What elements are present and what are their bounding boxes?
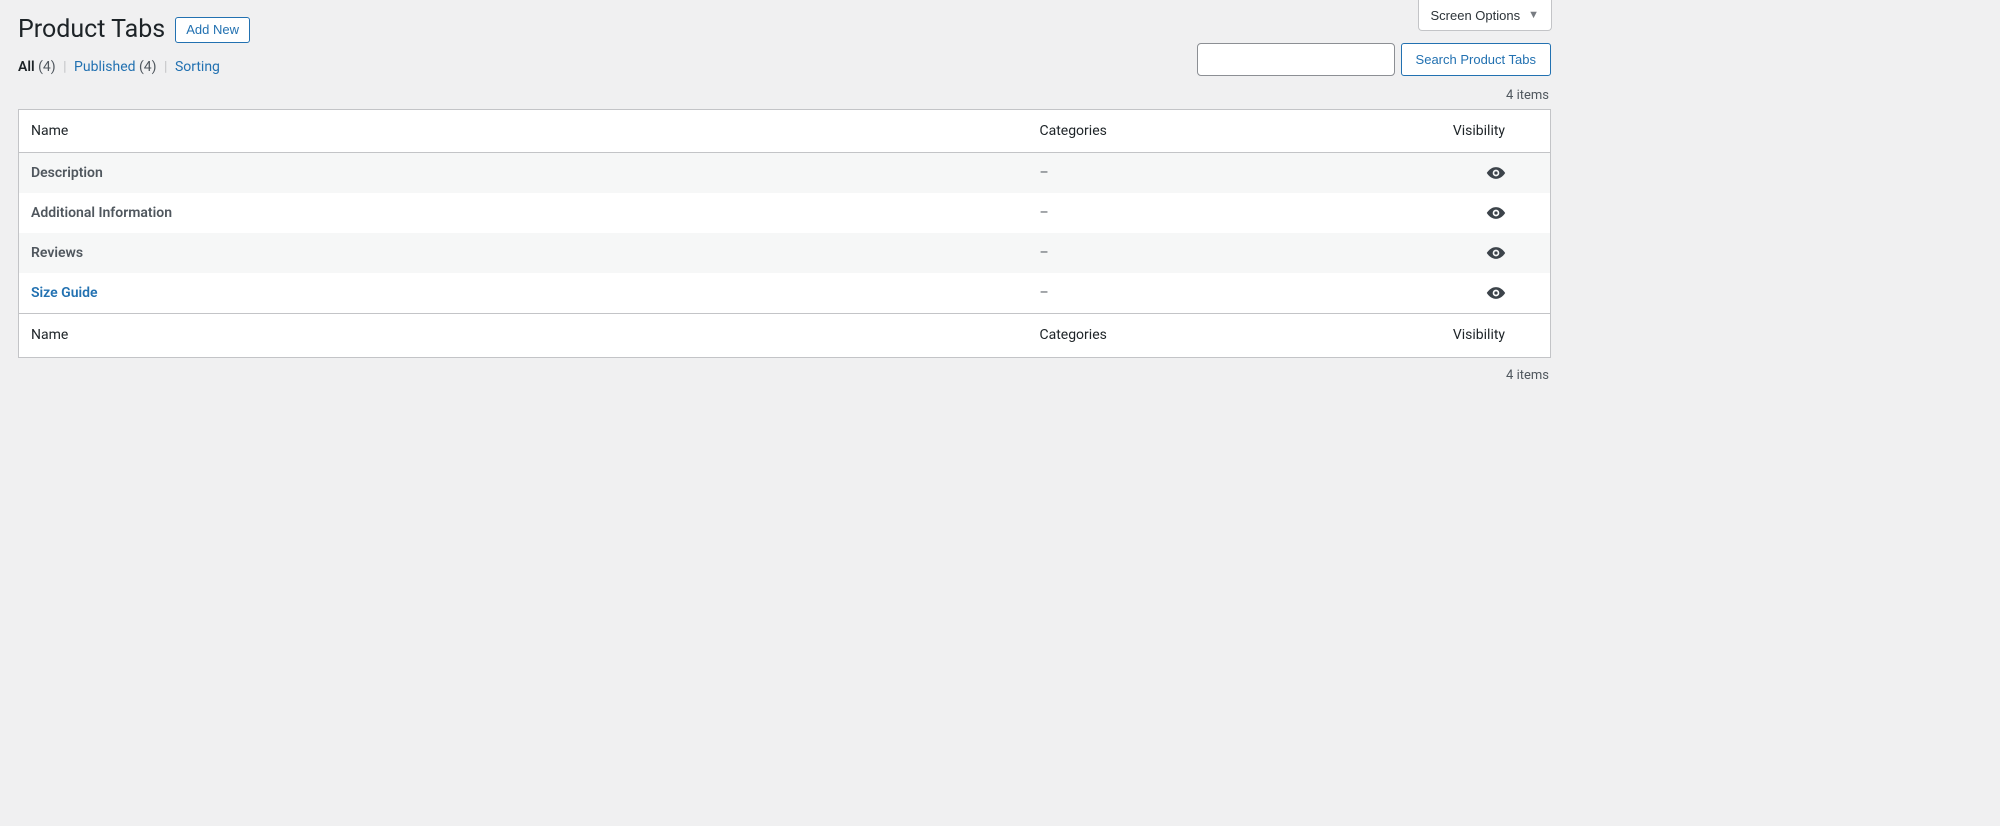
filter-all[interactable]: All (4) <box>18 59 59 75</box>
row-visibility[interactable] <box>1443 233 1550 273</box>
row-categories: – <box>1029 153 1442 193</box>
col-header-visibility[interactable]: Visibility <box>1443 110 1550 154</box>
row-name[interactable]: Additional Information <box>19 193 1029 233</box>
col-header-name[interactable]: Name <box>19 110 1029 154</box>
table-row: Reviews – <box>19 233 1550 273</box>
filter-sorting[interactable]: Sorting <box>175 59 220 75</box>
table-row: Description – <box>19 153 1550 193</box>
screen-options-label: Screen Options <box>1431 8 1521 23</box>
row-visibility[interactable] <box>1443 153 1550 193</box>
row-categories: – <box>1029 193 1442 233</box>
eye-icon <box>1453 203 1540 223</box>
row-visibility[interactable] <box>1443 273 1550 313</box>
col-footer-name[interactable]: Name <box>19 313 1029 357</box>
items-count-top: 4 items <box>18 88 1551 103</box>
filter-published[interactable]: Published (4) <box>74 59 160 75</box>
search-input[interactable] <box>1197 43 1395 76</box>
row-name[interactable]: Description <box>19 153 1029 193</box>
chevron-down-icon: ▼ <box>1528 9 1539 21</box>
screen-options-button[interactable]: Screen Options ▼ <box>1418 0 1553 31</box>
eye-icon <box>1453 243 1540 263</box>
col-footer-categories[interactable]: Categories <box>1029 313 1442 357</box>
table-row: Additional Information – <box>19 193 1550 233</box>
search-button[interactable]: Search Product Tabs <box>1401 43 1551 76</box>
row-name[interactable]: Size Guide <box>19 273 1029 313</box>
eye-icon <box>1453 283 1540 303</box>
items-count-bottom: 4 items <box>18 368 1551 383</box>
page-title: Product Tabs <box>18 14 165 47</box>
add-new-button[interactable]: Add New <box>175 17 250 43</box>
row-visibility[interactable] <box>1443 193 1550 233</box>
row-categories: – <box>1029 273 1442 313</box>
col-header-categories[interactable]: Categories <box>1029 110 1442 154</box>
row-categories: – <box>1029 233 1442 273</box>
product-tabs-table: Name Categories Visibility Description –… <box>18 109 1551 359</box>
table-row: Size Guide – <box>19 273 1550 313</box>
col-footer-visibility[interactable]: Visibility <box>1443 313 1550 357</box>
eye-icon <box>1453 163 1540 183</box>
row-name[interactable]: Reviews <box>19 233 1029 273</box>
